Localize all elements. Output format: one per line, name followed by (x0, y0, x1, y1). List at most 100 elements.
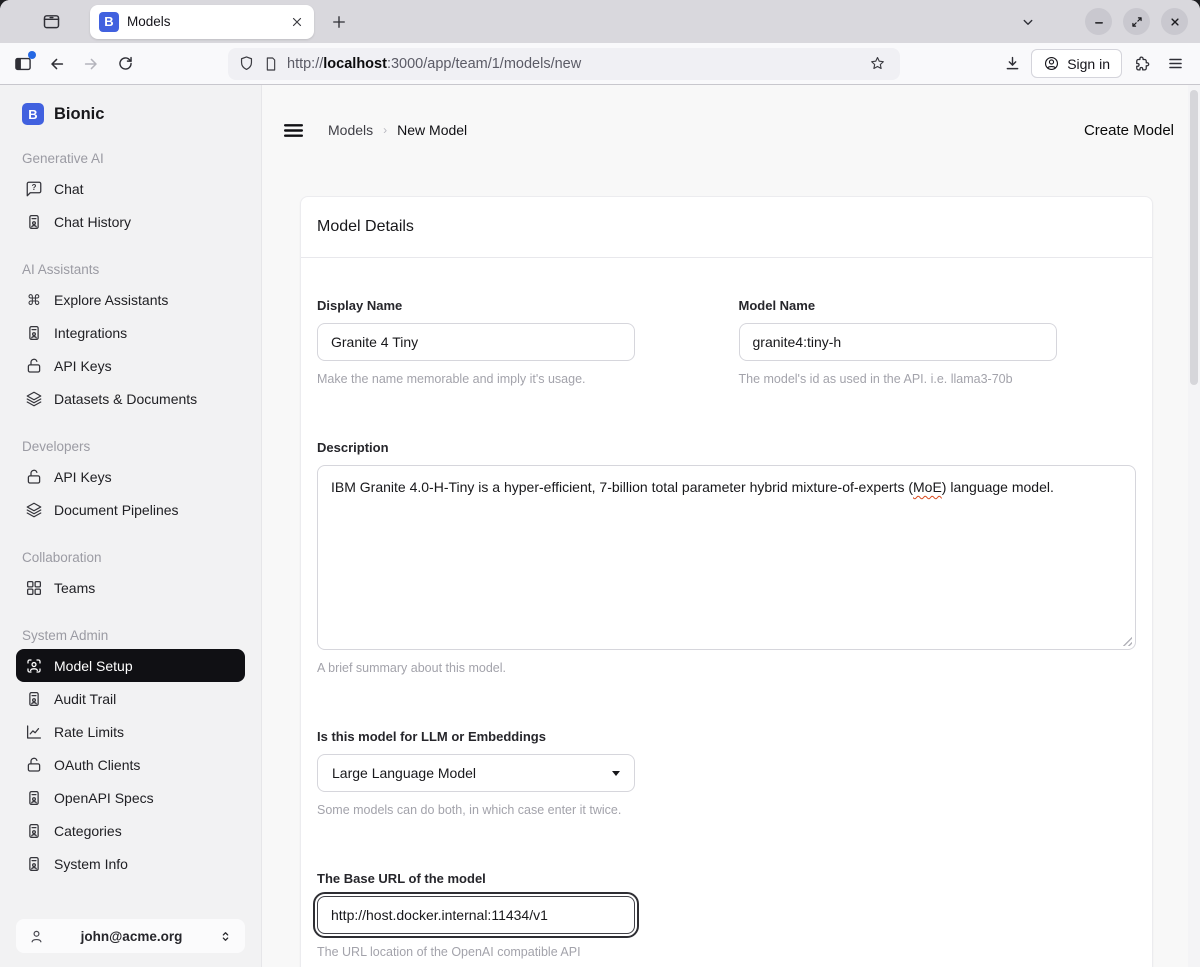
sidebar-section-title: System Admin (22, 628, 239, 643)
sidebar-item-rate-limits[interactable]: Rate Limits (16, 715, 245, 748)
downloads-icon[interactable] (997, 49, 1027, 79)
sidebar-item-chat[interactable]: ?Chat (16, 172, 245, 205)
sidebar-item-chat-history[interactable]: Chat History (16, 205, 245, 238)
model-type-helper: Some models can do both, in which case e… (317, 803, 1136, 817)
sidebar-item-label: Integrations (54, 325, 127, 341)
model-name-field: Model Name The model's id as used in the… (739, 298, 1137, 386)
sidebar-item-audit-trail[interactable]: Audit Trail (16, 682, 245, 715)
browser-tab-bar: B Models (0, 0, 1200, 43)
display-name-label: Display Name (317, 298, 715, 313)
breadcrumb-models[interactable]: Models (328, 122, 373, 138)
sign-in-button[interactable]: Sign in (1031, 49, 1122, 78)
extensions-puzzle-icon[interactable] (1126, 49, 1156, 79)
browser-nav-bar: http://localhost:3000/app/team/1/models/… (0, 43, 1200, 85)
sidebar-item-datasets-documents[interactable]: Datasets & Documents (16, 382, 245, 415)
sidebar-section-title: Collaboration (22, 550, 239, 565)
bookmark-star-icon[interactable] (862, 49, 892, 79)
sidebar-item-api-keys[interactable]: API Keys (16, 460, 245, 493)
sidebar-item-label: Audit Trail (54, 691, 116, 707)
app-logo[interactable]: B Bionic (16, 101, 245, 127)
reload-icon[interactable] (110, 49, 140, 79)
display-name-helper: Make the name memorable and imply it's u… (317, 372, 715, 386)
sidebar-section-title: AI Assistants (22, 262, 239, 277)
spellcheck-word: MoE (913, 479, 942, 495)
minimize-icon[interactable] (1085, 8, 1112, 35)
tab-close-icon[interactable] (286, 11, 308, 33)
chat-icon: ? (25, 180, 43, 198)
url-text: http://localhost:3000/app/team/1/models/… (287, 56, 854, 72)
main-scrollbar (1188, 85, 1200, 967)
sidebar-toggle-icon[interactable] (8, 49, 38, 79)
tab-favicon: B (99, 12, 119, 32)
model-type-select[interactable]: Large Language Model (317, 754, 635, 792)
select-caret-icon (612, 771, 620, 776)
model-type-label: Is this model for LLM or Embeddings (317, 729, 1136, 744)
user-menu[interactable]: john@acme.org (16, 919, 245, 953)
logo-name: Bionic (54, 105, 104, 124)
sign-in-label: Sign in (1067, 56, 1110, 72)
firefox-view-icon[interactable] (36, 7, 66, 37)
sidebar-item-categories[interactable]: Categories (16, 814, 245, 847)
sidebar-nav: Generative AI ?ChatChat History AI Assista… (16, 127, 245, 880)
description-textarea[interactable]: IBM Granite 4.0-H-Tiny is a hyper-effici… (317, 465, 1136, 650)
model-name-input[interactable] (739, 323, 1057, 361)
grid-icon (25, 579, 43, 597)
page-info-icon[interactable] (263, 56, 279, 72)
base-url-label: The Base URL of the model (317, 871, 1136, 886)
lock-open-icon (25, 756, 43, 774)
url-bar[interactable]: http://localhost:3000/app/team/1/models/… (228, 48, 900, 80)
sidebar-item-teams[interactable]: Teams (16, 571, 245, 604)
description-label: Description (317, 440, 1136, 455)
sidebar-item-label: OpenAPI Specs (54, 790, 154, 806)
document-icon (25, 690, 43, 708)
create-model-button[interactable]: Create Model (1084, 122, 1174, 139)
command-icon: ⌘ (25, 291, 43, 309)
app-shell: B Bionic Generative AI ?ChatChat History A… (0, 85, 1200, 967)
user-email: john@acme.org (45, 929, 218, 944)
sidebar-item-label: API Keys (54, 469, 112, 485)
document-icon (25, 213, 43, 231)
sidebar-item-api-keys[interactable]: API Keys (16, 349, 245, 382)
sidebar-item-integrations[interactable]: Integrations (16, 316, 245, 349)
sidebar-spacer (16, 880, 245, 919)
sidebar-section-title: Generative AI (22, 151, 239, 166)
menu-hamburger-icon[interactable] (1160, 49, 1190, 79)
document-icon (25, 324, 43, 342)
back-icon[interactable] (42, 49, 72, 79)
layers-icon (25, 390, 43, 408)
list-all-tabs-chevron-icon[interactable] (1013, 7, 1043, 37)
base-url-input[interactable] (317, 896, 635, 934)
nav-right-cluster: Sign in (997, 49, 1190, 79)
content-menu-hamburger-icon[interactable] (278, 115, 308, 145)
display-name-input[interactable] (317, 323, 635, 361)
sidebar-item-label: API Keys (54, 358, 112, 374)
description-field: Description IBM Granite 4.0-H-Tiny is a … (317, 440, 1136, 675)
scan-face-icon (25, 657, 43, 675)
close-icon[interactable] (1161, 8, 1188, 35)
description-helper: A brief summary about this model. (317, 661, 1136, 675)
sidebar-item-openapi-specs[interactable]: OpenAPI Specs (16, 781, 245, 814)
shield-icon[interactable] (238, 55, 255, 72)
model-type-value: Large Language Model (332, 765, 612, 781)
maximize-icon[interactable] (1123, 8, 1150, 35)
sidebar-item-model-setup[interactable]: Model Setup (16, 649, 245, 682)
sidebar-item-document-pipelines[interactable]: Document Pipelines (16, 493, 245, 526)
person-icon (28, 928, 45, 945)
sidebar-item-system-info[interactable]: System Info (16, 847, 245, 880)
chevron-up-down-icon (218, 929, 233, 944)
sidebar-item-explore-assistants[interactable]: ⌘Explore Assistants (16, 283, 245, 316)
content-header: Models › New Model Create Model (278, 115, 1176, 145)
sidebar-item-oauth-clients[interactable]: OAuth Clients (16, 748, 245, 781)
lock-open-icon (25, 468, 43, 486)
scrollbar-thumb[interactable] (1190, 90, 1198, 385)
name-fields-row: Display Name Make the name memorable and… (317, 298, 1136, 386)
forward-icon (76, 49, 106, 79)
model-name-label: Model Name (739, 298, 1137, 313)
breadcrumb-new-model: New Model (397, 122, 467, 138)
card-title: Model Details (301, 197, 1152, 258)
svg-text:⌘: ⌘ (27, 292, 41, 308)
chart-icon (25, 723, 43, 741)
new-tab-icon[interactable] (324, 7, 354, 37)
lock-open-icon (25, 357, 43, 375)
browser-tab[interactable]: B Models (90, 5, 314, 39)
